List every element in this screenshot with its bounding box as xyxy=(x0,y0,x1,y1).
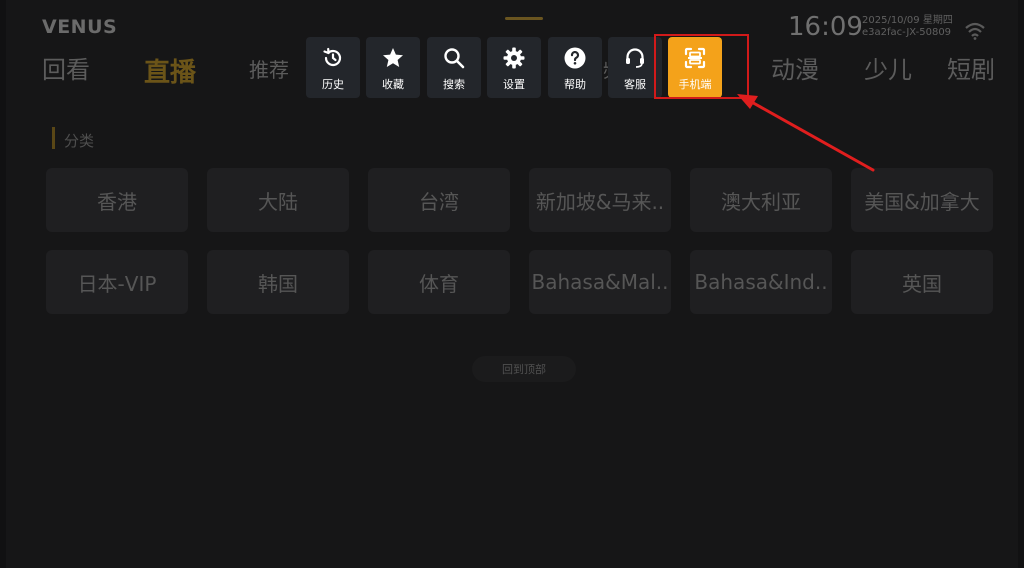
menu-support-label: 客服 xyxy=(624,78,646,91)
category-taiwan[interactable]: 台湾 xyxy=(368,168,510,232)
star-icon xyxy=(381,46,405,70)
category-mainland[interactable]: 大陆 xyxy=(207,168,349,232)
category-australia[interactable]: 澳大利亚 xyxy=(690,168,832,232)
category-korea[interactable]: 韩国 xyxy=(207,250,349,314)
clock: 16:09 xyxy=(788,12,863,42)
menu-favorites-label: 收藏 xyxy=(382,78,404,91)
search-icon xyxy=(442,46,466,70)
gear-icon xyxy=(502,46,526,70)
annotation-highlight-box xyxy=(654,34,749,99)
app-logo: VENUS xyxy=(42,16,118,38)
category-japan-vip[interactable]: 日本-VIP xyxy=(46,250,188,314)
history-icon xyxy=(321,46,345,70)
category-singapore-malaysia[interactable]: 新加坡&马来.. xyxy=(529,168,671,232)
tab-dongman[interactable]: 动漫 xyxy=(771,50,819,85)
menu-help-label: 帮助 xyxy=(564,78,586,91)
tab-tuijian[interactable]: 推荐 xyxy=(249,54,289,83)
section-title: 分类 xyxy=(64,132,95,150)
category-bahasa-malay[interactable]: Bahasa&Mal.. xyxy=(529,250,671,314)
menu-search-label: 搜索 xyxy=(443,78,465,91)
category-hongkong[interactable]: 香港 xyxy=(46,168,188,232)
section-marker xyxy=(52,127,55,149)
headset-icon xyxy=(623,46,647,70)
device-id: e3a2fac-JX-50809 xyxy=(862,27,952,38)
tab-zhibo[interactable]: 直播 xyxy=(144,52,196,89)
category-uk[interactable]: 英国 xyxy=(851,250,993,314)
wifi-icon xyxy=(965,22,985,40)
category-us-canada[interactable]: 美国&加拿大 xyxy=(851,168,993,232)
tab-shaoer[interactable]: 少儿 xyxy=(864,50,912,85)
top-indicator xyxy=(505,17,543,20)
date-info: 2025/10/09 星期四 e3a2fac-JX-50809 xyxy=(862,15,953,39)
menu-history-label: 历史 xyxy=(322,78,344,91)
app-window: VENUS 16:09 2025/10/09 星期四 e3a2fac-JX-50… xyxy=(6,0,1018,568)
back-to-top-button[interactable]: 回到顶部 xyxy=(472,356,576,382)
menu-settings-label: 设置 xyxy=(503,78,525,91)
menu-search-button[interactable]: 搜索 xyxy=(427,37,481,98)
menu-history-button[interactable]: 历史 xyxy=(306,37,360,98)
tv-screen: VENUS 16:09 2025/10/09 星期四 e3a2fac-JX-50… xyxy=(0,0,1024,568)
tab-duanju[interactable]: 短剧 xyxy=(947,50,995,85)
menu-help-button[interactable]: 帮助 xyxy=(548,37,602,98)
date-text: 2025/10/09 星期四 xyxy=(862,15,953,26)
tab-huikan[interactable]: 回看 xyxy=(42,50,90,85)
category-sports[interactable]: 体育 xyxy=(368,250,510,314)
help-icon xyxy=(563,46,587,70)
menu-settings-button[interactable]: 设置 xyxy=(487,37,541,98)
menu-favorites-button[interactable]: 收藏 xyxy=(366,37,420,98)
category-bahasa-indonesia[interactable]: Bahasa&Ind.. xyxy=(690,250,832,314)
